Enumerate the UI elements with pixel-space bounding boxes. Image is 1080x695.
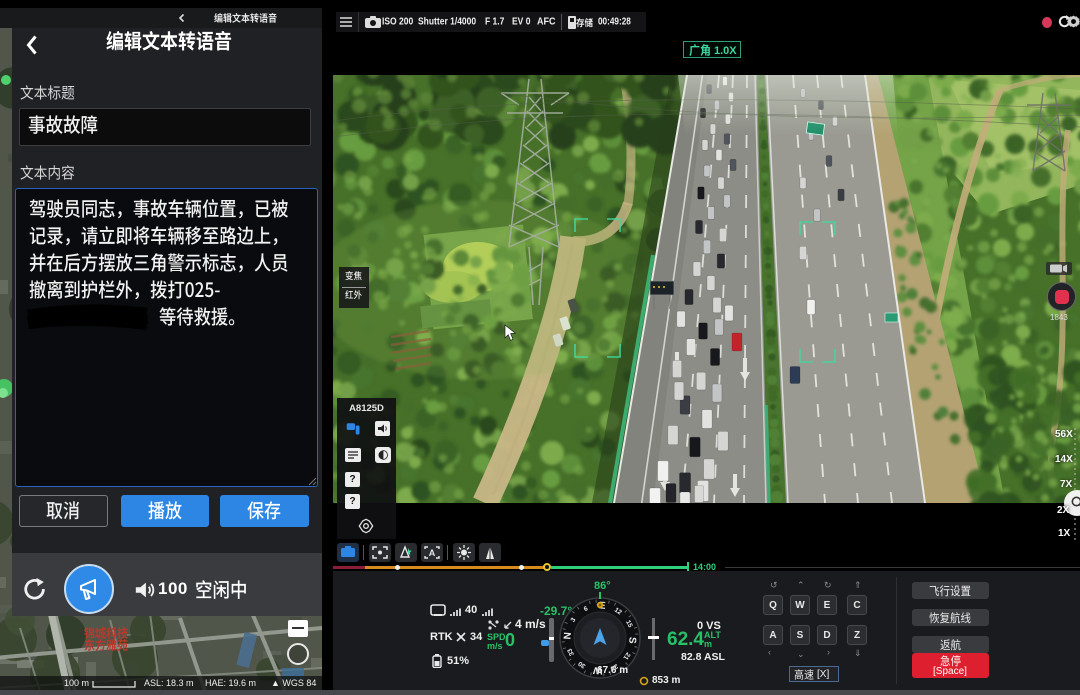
svg-text:N: N xyxy=(562,632,573,640)
svg-text:S: S xyxy=(626,636,637,644)
svg-text:A: A xyxy=(429,548,436,558)
